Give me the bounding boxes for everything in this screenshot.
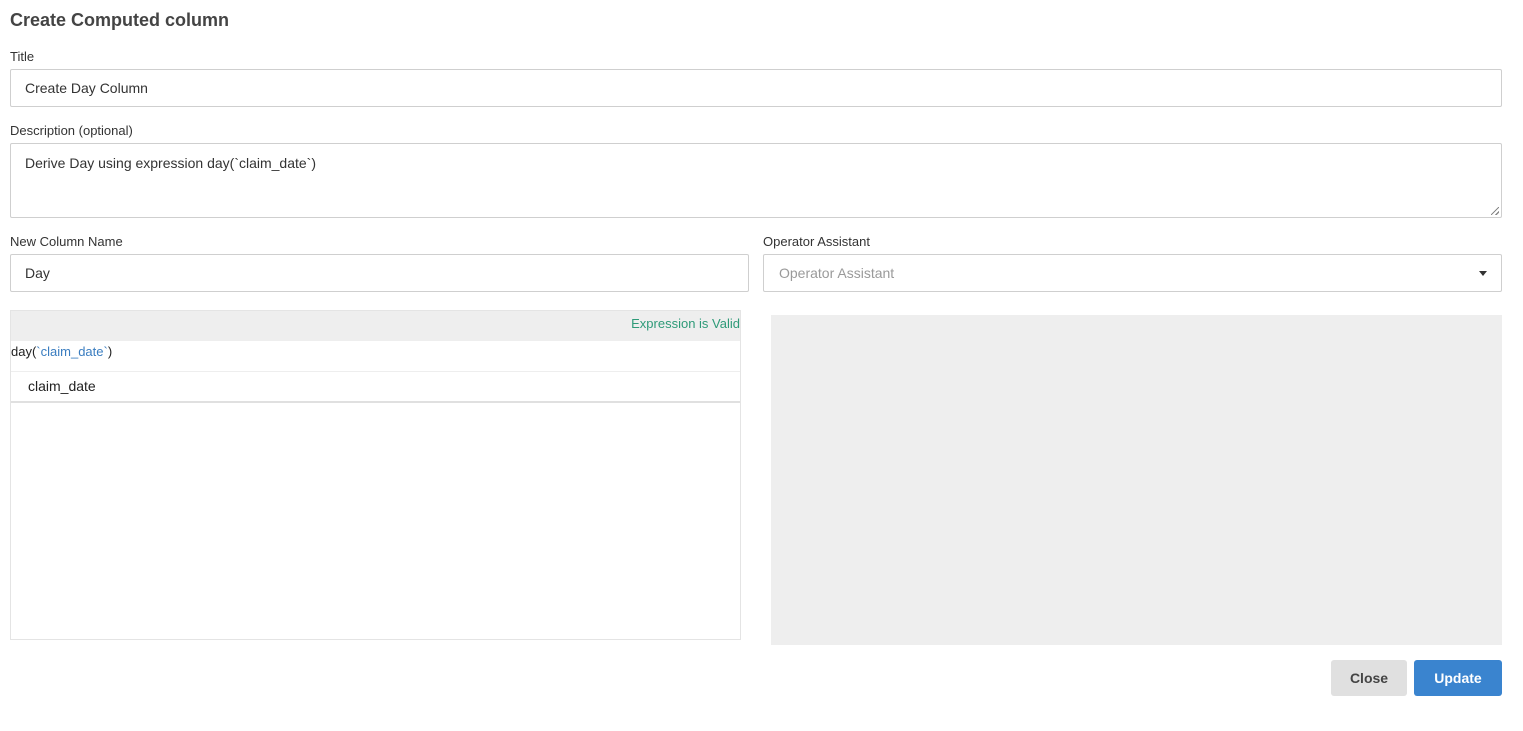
caret-down-icon [1479, 271, 1487, 276]
autocomplete-item[interactable]: claim_date [28, 378, 96, 394]
description-label: Description (optional) [10, 123, 133, 138]
title-input[interactable]: Create Day Column [10, 69, 1502, 107]
page-title: Create Computed column [10, 10, 230, 30]
description-value: Derive Day using expression day(`claim_d… [25, 155, 317, 171]
update-button[interactable]: Update [1414, 660, 1502, 696]
column-name-input[interactable]: Day [10, 254, 749, 292]
column-name-value: Day [25, 265, 50, 281]
expression-status: Expression is Valid [631, 316, 740, 331]
expression-argument: `claim_date` [36, 344, 108, 359]
description-textarea[interactable]: Derive Day using expression day(`claim_d… [10, 143, 1502, 218]
close-button[interactable]: Close [1331, 660, 1407, 696]
computed-column-dialog: Create Computed column Title Create Day … [0, 0, 1523, 731]
expression-close: ) [107, 344, 113, 359]
expression-editor[interactable]: Expression is Valid day(`claim_date`) cl… [10, 310, 741, 640]
column-name-label: New Column Name [10, 234, 123, 249]
editor-header: Expression is Valid [11, 311, 740, 341]
operator-assistant-select[interactable]: Operator Assistant [763, 254, 1502, 292]
operator-assistant-placeholder: Operator Assistant [779, 265, 895, 281]
expression-function: day( [11, 344, 37, 359]
operator-assistant-label: Operator Assistant [763, 234, 870, 249]
title-input-value: Create Day Column [25, 80, 148, 96]
resize-handle-icon[interactable] [1491, 207, 1499, 215]
preview-panel [771, 315, 1502, 645]
autocomplete-list: claim_date [11, 371, 740, 403]
expression-line[interactable]: day(`claim_date`) [11, 344, 112, 359]
title-label: Title [10, 49, 35, 64]
